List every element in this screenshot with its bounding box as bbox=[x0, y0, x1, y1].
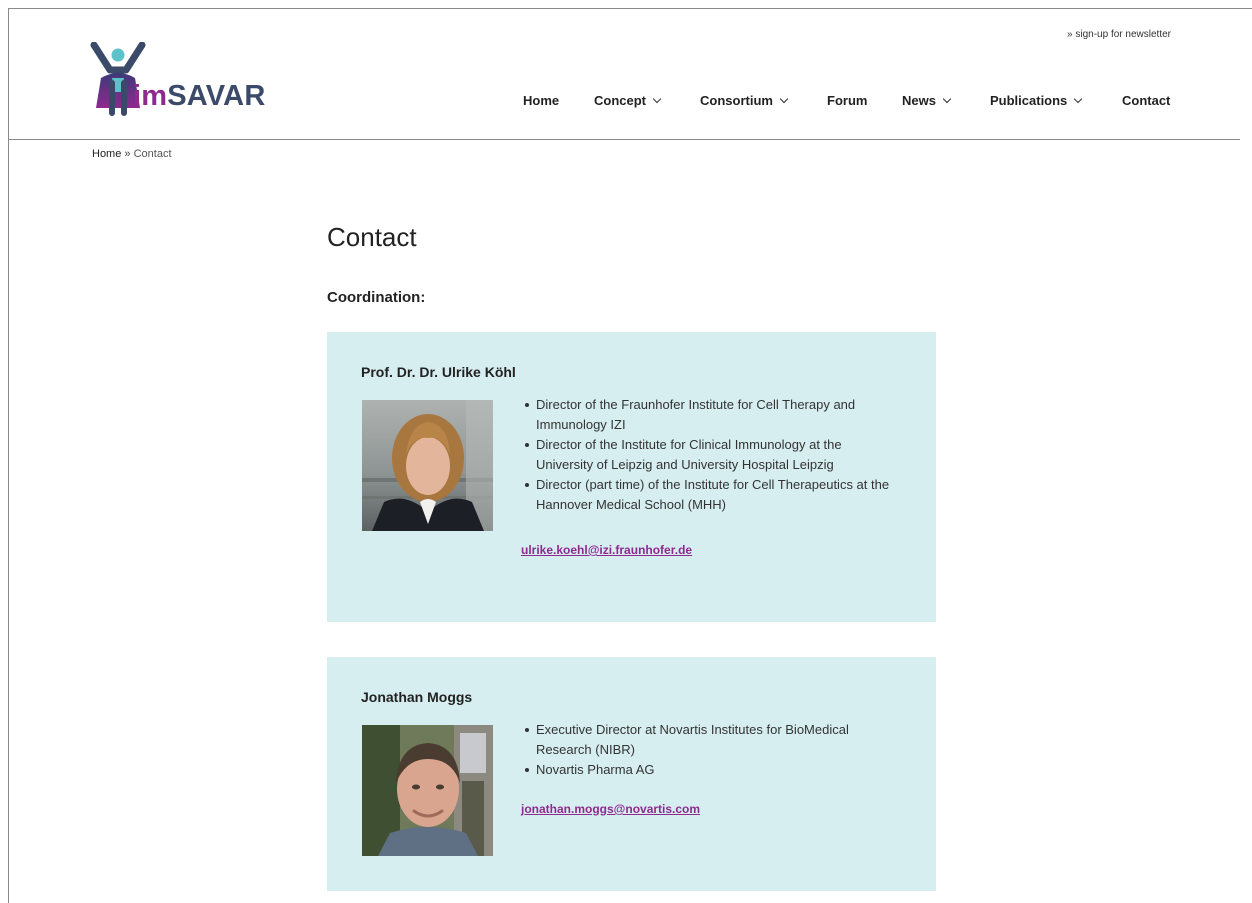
contact-bullet-list: Director of the Fraunhofer Institute for… bbox=[521, 395, 901, 515]
list-item: Director of the Fraunhofer Institute for… bbox=[521, 395, 901, 435]
header-divider bbox=[8, 139, 1240, 140]
list-item: Novartis Pharma AG bbox=[521, 760, 901, 780]
breadcrumb: Home » Contact bbox=[92, 148, 172, 160]
window-top-border bbox=[8, 8, 1252, 9]
nav-item-news[interactable]: News bbox=[902, 93, 952, 108]
breadcrumb-home-link[interactable]: Home bbox=[92, 148, 121, 160]
contact-email-link[interactable]: jonathan.moggs@novartis.com bbox=[521, 802, 700, 816]
contact-photo bbox=[362, 400, 493, 531]
newsletter-signup-link[interactable]: » sign-up for newsletter bbox=[1067, 29, 1171, 40]
breadcrumb-separator: » bbox=[124, 148, 131, 160]
contact-card: Jonathan Moggs Executive Director at Nov… bbox=[327, 657, 936, 891]
contact-bullet-list: Executive Director at Novartis Institute… bbox=[521, 720, 901, 780]
page-title: Contact bbox=[327, 222, 417, 252]
chevron-down-icon bbox=[779, 94, 789, 104]
nav-item-consortium[interactable]: Consortium bbox=[700, 93, 789, 108]
list-item: Director of the Institute for Clinical I… bbox=[521, 435, 901, 475]
nav-item-contact[interactable]: Contact bbox=[1122, 93, 1170, 108]
imsavar-logo[interactable]: imSAVAR bbox=[88, 41, 288, 118]
list-item: Executive Director at Novartis Institute… bbox=[521, 720, 901, 760]
chevron-down-icon bbox=[1074, 94, 1083, 104]
breadcrumb-current: Contact bbox=[133, 148, 172, 160]
window-left-border bbox=[8, 8, 9, 903]
section-heading: Coordination: bbox=[327, 289, 426, 306]
list-item: Director (part time) of the Institute fo… bbox=[521, 475, 901, 515]
contact-email-link[interactable]: ulrike.koehl@izi.fraunhofer.de bbox=[521, 543, 692, 557]
nav-item-publications[interactable]: Publications bbox=[990, 93, 1083, 108]
contact-photo bbox=[362, 725, 493, 856]
contact-name: Prof. Dr. Dr. Ulrike Köhl bbox=[361, 364, 516, 380]
contact-name: Jonathan Moggs bbox=[361, 689, 473, 705]
nav-item-concept[interactable]: Concept bbox=[594, 93, 662, 108]
chevron-down-icon bbox=[942, 94, 952, 104]
contact-card: Prof. Dr. Dr. Ulrike Köhl Director of th… bbox=[327, 332, 936, 622]
logo-wordmark: imSAVAR bbox=[133, 80, 266, 112]
chevron-down-icon bbox=[652, 94, 662, 104]
nav-item-home[interactable]: Home bbox=[523, 93, 559, 108]
nav-item-forum[interactable]: Forum bbox=[827, 93, 867, 108]
